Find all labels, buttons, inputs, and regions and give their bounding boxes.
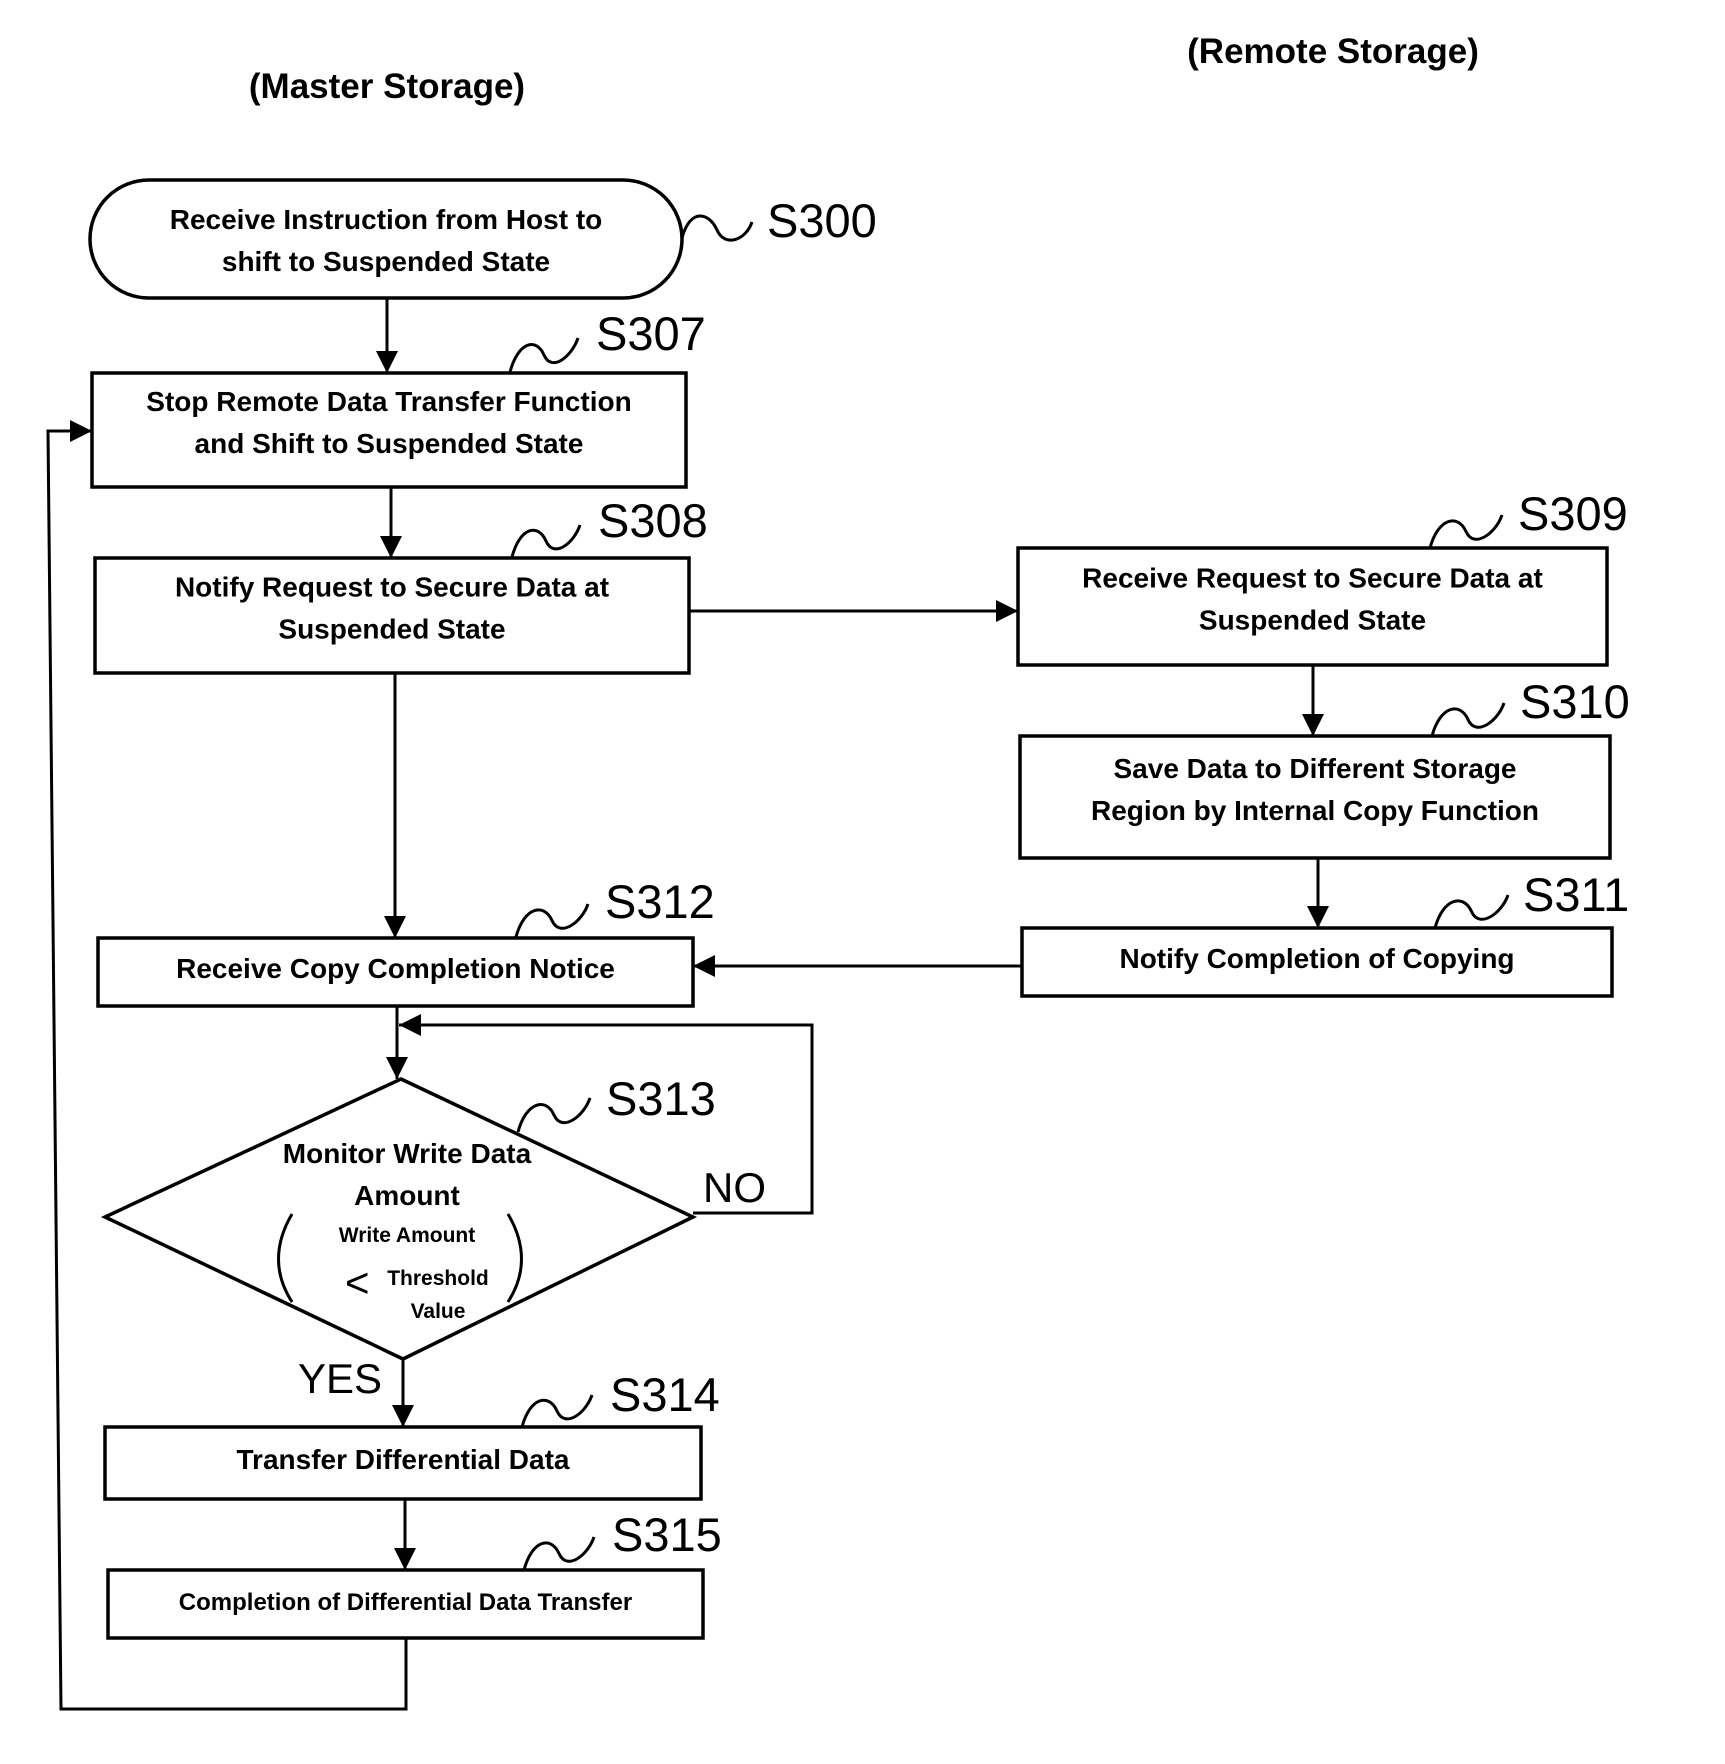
flowchart: (Master Storage) (Remote Storage) Stop R… bbox=[46, 32, 1630, 1711]
arrow-head bbox=[376, 351, 398, 373]
arrow-head bbox=[1307, 906, 1329, 928]
step-label-s307: S307 bbox=[508, 307, 706, 373]
step-id: S314 bbox=[610, 1368, 720, 1421]
process-box-s309: Receive Request to Secure Data at Suspend… bbox=[1016, 546, 1609, 667]
arrow-head bbox=[386, 1057, 408, 1079]
edge-s313-s314 bbox=[392, 1359, 414, 1427]
box-text: and Shift to Suspended State bbox=[195, 428, 584, 459]
lane-title-master: (Master Storage) bbox=[249, 67, 525, 106]
decision-text: Amount bbox=[354, 1180, 460, 1211]
box-text: Save Data to Different Storage bbox=[1114, 753, 1517, 784]
process-box-s308: Notify Request to Secure Data at Suspende… bbox=[93, 556, 691, 675]
step-label-s309: S309 bbox=[1428, 487, 1628, 549]
edge-s312-s313 bbox=[386, 1006, 408, 1079]
condition-right-2: Value bbox=[411, 1300, 466, 1323]
arrow-head bbox=[380, 536, 402, 558]
terminal-start-s300: Receive Instruction from Host to shift to… bbox=[88, 178, 684, 300]
box-text: Notify Completion of Copying bbox=[1119, 943, 1514, 974]
edge-s310-s311 bbox=[1307, 858, 1329, 928]
arrow-head bbox=[1302, 714, 1324, 736]
arrow-head bbox=[394, 1548, 416, 1570]
nodes: Stop Remote Data Transfer Function and Sh… bbox=[88, 178, 1614, 1640]
yes-label: YES bbox=[298, 1355, 382, 1402]
step-label-s300: S300 bbox=[680, 194, 877, 247]
box-text: Transfer Differential Data bbox=[237, 1444, 570, 1475]
step-label-s311: S311 bbox=[1433, 868, 1629, 929]
leader-squiggle bbox=[520, 1394, 594, 1428]
step-id: S308 bbox=[598, 494, 708, 547]
edge-s314-s315 bbox=[394, 1499, 416, 1570]
leader-squiggle bbox=[1428, 514, 1504, 549]
arrow-head bbox=[399, 1014, 421, 1036]
edge-s308-s312 bbox=[384, 673, 406, 938]
leader-squiggle bbox=[522, 1536, 596, 1571]
arrow-head bbox=[996, 600, 1018, 622]
step-label-s313: S313 bbox=[516, 1072, 716, 1133]
leader-squiggle bbox=[680, 214, 754, 242]
edge-s300-s307 bbox=[376, 298, 398, 373]
arrow-head bbox=[70, 420, 92, 442]
box-text: Suspended State bbox=[278, 614, 505, 645]
step-id: S309 bbox=[1518, 487, 1628, 540]
leader-squiggle bbox=[508, 337, 580, 373]
condition-right: Threshold bbox=[387, 1267, 489, 1290]
leader-squiggle bbox=[1430, 702, 1506, 737]
step-id: S311 bbox=[1523, 868, 1629, 921]
edge-s308-s309 bbox=[689, 600, 1018, 622]
no-label: NO bbox=[703, 1164, 766, 1211]
terminal-outline bbox=[88, 178, 684, 300]
arrow-head bbox=[384, 916, 406, 938]
box-text: Suspended State bbox=[1199, 605, 1426, 636]
process-box-s307: Stop Remote Data Transfer Function and Sh… bbox=[90, 371, 688, 489]
step-label-s314: S314 bbox=[520, 1368, 720, 1428]
process-box-s315: Completion of Differential Data Transfer bbox=[106, 1568, 705, 1640]
step-id: S307 bbox=[596, 307, 706, 360]
step-label-s310: S310 bbox=[1430, 675, 1630, 737]
arrow-head bbox=[392, 1405, 414, 1427]
box-text: Receive Copy Completion Notice bbox=[176, 953, 615, 984]
box-text: Region by Internal Copy Function bbox=[1091, 795, 1539, 826]
leader-squiggle bbox=[510, 524, 582, 558]
edge-s307-s308 bbox=[380, 487, 402, 558]
terminal-text: shift to Suspended State bbox=[222, 246, 550, 277]
edge-s309-s310 bbox=[1302, 665, 1324, 736]
box-text: Stop Remote Data Transfer Function bbox=[146, 386, 631, 417]
step-label-s308: S308 bbox=[510, 494, 708, 558]
process-box-s310: Save Data to Different Storage Region by … bbox=[1018, 734, 1612, 860]
step-label-s312: S312 bbox=[514, 875, 715, 938]
step-id: S300 bbox=[767, 194, 877, 247]
leader-squiggle bbox=[1433, 894, 1510, 929]
process-box-s314: Transfer Differential Data bbox=[103, 1425, 703, 1501]
terminal-text: Receive Instruction from Host to bbox=[170, 204, 603, 235]
arrow-head bbox=[693, 955, 715, 977]
decision-outline bbox=[100, 1077, 698, 1361]
leader-squiggle bbox=[516, 1097, 592, 1133]
edge-s311-s312 bbox=[693, 955, 1022, 977]
decision-text: Monitor Write Data bbox=[283, 1138, 532, 1169]
step-id: S312 bbox=[605, 875, 715, 928]
process-box-s311: Notify Completion of Copying bbox=[1020, 926, 1614, 998]
step-id: S313 bbox=[606, 1072, 716, 1125]
condition-left: Write Amount bbox=[339, 1224, 476, 1247]
step-id: S315 bbox=[612, 1508, 722, 1561]
condition-operator: < bbox=[345, 1259, 370, 1306]
leader-squiggle bbox=[514, 903, 590, 938]
decision-s313: Monitor Write Data Amount Write Amount < Thr… bbox=[100, 1077, 766, 1402]
step-label-s315: S315 bbox=[522, 1508, 722, 1571]
process-box-s312: Receive Copy Completion Notice bbox=[96, 936, 695, 1008]
step-id: S310 bbox=[1520, 675, 1630, 728]
box-text: Receive Request to Secure Data at bbox=[1082, 563, 1543, 594]
box-text: Notify Request to Secure Data at bbox=[175, 572, 609, 603]
lane-title-remote: (Remote Storage) bbox=[1187, 32, 1479, 71]
box-text: Completion of Differential Data Transfer bbox=[179, 1589, 632, 1616]
